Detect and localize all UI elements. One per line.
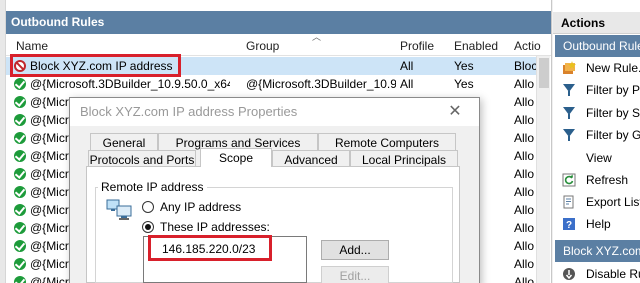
action-label: Filter by Gr...: [586, 128, 640, 142]
column-header-enabled[interactable]: Enabled: [454, 39, 498, 53]
radio-any-ip[interactable]: [142, 201, 154, 213]
action-view[interactable]: View: [555, 147, 640, 169]
action-label: Export List...: [586, 195, 640, 209]
disable-icon: [562, 267, 576, 281]
allow-rule-icon: [14, 276, 26, 283]
action-help[interactable]: ? Help: [555, 213, 640, 235]
action-label: View: [586, 151, 612, 165]
svg-text:?: ?: [566, 220, 572, 231]
action-label: Filter by Pr...: [586, 83, 640, 97]
new-rule-icon: [562, 61, 576, 75]
radio-these-ips-label[interactable]: These IP addresses:: [160, 220, 270, 234]
tab-local-principals[interactable]: Local Principals: [350, 150, 458, 167]
dialog-title: Block XYZ.com IP address Properties: [80, 104, 298, 119]
action-disable-rule[interactable]: Disable Rule: [555, 263, 640, 283]
column-header-profile[interactable]: Profile: [400, 39, 434, 53]
actions-section-outbound-rules[interactable]: Outbound Rules: [555, 35, 640, 57]
action-label: Disable Rule: [586, 267, 640, 281]
allow-rule-icon: [14, 114, 26, 126]
sort-ascending-icon: ︿: [312, 32, 322, 42]
action-filter-by-group[interactable]: Filter by Gr...: [555, 124, 640, 146]
allow-rule-icon: [14, 150, 26, 162]
tab-scope[interactable]: Scope: [200, 148, 272, 167]
action-label: New Rule...: [586, 61, 640, 75]
action-new-rule[interactable]: New Rule...: [555, 57, 640, 79]
rules-pane-title: Outbound Rules: [6, 11, 551, 34]
rule-name: @{Microsoft.3DBuilder_10.9.50.0_x64__8..…: [30, 77, 230, 91]
rule-enabled: Yes: [454, 59, 474, 73]
allow-rule-icon: [14, 168, 26, 180]
scrollbar-thumb[interactable]: [539, 58, 549, 88]
filter-icon: [562, 128, 576, 142]
rule-group: @{Microsoft.3DBuilder_10.9....: [246, 77, 396, 91]
rules-scrollbar[interactable]: [536, 56, 550, 283]
column-header-action[interactable]: Actio: [514, 39, 541, 53]
export-icon: [562, 195, 576, 209]
action-export-list[interactable]: Export List...: [555, 191, 640, 213]
allow-rule-icon: [14, 204, 26, 216]
column-header-group[interactable]: Group: [246, 39, 279, 53]
refresh-icon: [562, 173, 576, 187]
action-label: Refresh: [586, 173, 629, 187]
tab-advanced[interactable]: Advanced: [272, 150, 350, 167]
tab-protocols-and-ports[interactable]: Protocols and Ports: [88, 150, 196, 167]
annotation-highlight-ip: [148, 235, 272, 261]
tab-remote-computers[interactable]: Remote Computers: [318, 133, 456, 150]
radio-these-ips[interactable]: [142, 221, 154, 233]
allow-rule-icon: [14, 186, 26, 198]
allow-rule-icon: [14, 240, 26, 252]
radio-any-ip-label[interactable]: Any IP address: [160, 200, 241, 214]
rule-enabled: Yes: [454, 77, 474, 91]
remote-ip-group-title: Remote IP address: [98, 180, 207, 194]
tab-general[interactable]: General: [90, 133, 158, 150]
allow-rule-icon: [14, 78, 26, 90]
filter-icon: [562, 106, 576, 120]
dialog-titlebar[interactable]: Block XYZ.com IP address Properties ✕: [70, 98, 479, 126]
action-filter-by-profile[interactable]: Filter by Pr...: [555, 79, 640, 101]
rule-profile: All: [400, 77, 414, 91]
annotation-highlight-rule-name: [10, 54, 181, 77]
actions-pane: Actions Outbound Rules New Rule... Filte…: [553, 0, 640, 283]
close-icon[interactable]: ✕: [445, 101, 465, 121]
actions-section-selected-rule[interactable]: Block XYZ.com: [555, 240, 640, 262]
column-header-row: Name Group Profile Enabled Actio: [6, 36, 551, 56]
column-header-name[interactable]: Name: [16, 39, 48, 53]
allow-rule-icon: [14, 258, 26, 270]
help-icon: ?: [562, 217, 576, 231]
allow-rule-icon: [14, 96, 26, 108]
action-refresh[interactable]: Refresh: [555, 169, 640, 191]
add-button[interactable]: Add...: [321, 240, 389, 260]
computer-icon: [105, 198, 135, 224]
action-filter-by-state[interactable]: Filter by Sta...: [555, 102, 640, 124]
allow-rule-icon: [14, 222, 26, 234]
rule-profile: All: [400, 59, 414, 73]
allow-rule-icon: [14, 132, 26, 144]
actions-pane-title: Actions: [553, 12, 640, 34]
action-label: Filter by Sta...: [586, 106, 640, 120]
table-row[interactable]: @{Microsoft.3DBuilder_10.9.50.0_x64__8..…: [6, 75, 536, 93]
filter-icon: [562, 83, 576, 97]
edit-button[interactable]: Edit...: [321, 266, 389, 283]
action-label: Help: [586, 217, 611, 231]
